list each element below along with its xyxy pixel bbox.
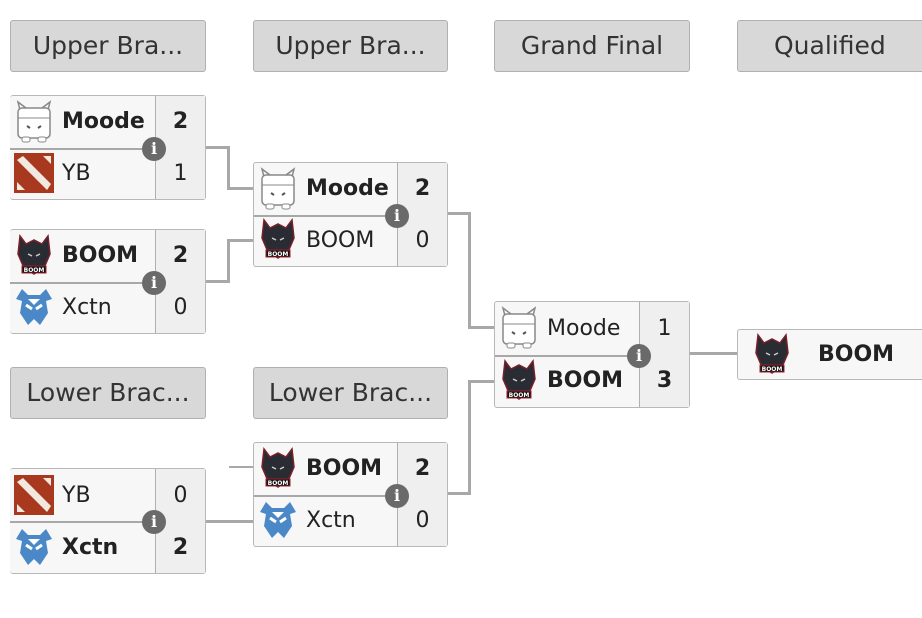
- mask-logo-icon: [12, 285, 56, 329]
- team-row[interactable]: Xctn 0: [254, 494, 447, 546]
- header-upper-round-2: Upper Bra...: [253, 20, 448, 72]
- team-name: BOOM: [818, 342, 895, 367]
- svg-text:BOOM: BOOM: [268, 480, 289, 487]
- svg-text:BOOM: BOOM: [509, 392, 530, 399]
- team-row[interactable]: Xctn 0: [10, 281, 205, 333]
- team-name: YB: [62, 482, 91, 508]
- wolf-logo-icon: BOOM: [497, 358, 541, 403]
- team-row[interactable]: Moode 1: [495, 302, 689, 357]
- mask-logo-icon: [256, 498, 300, 542]
- match-box[interactable]: BOOM BOOM 2 Xctn 0i: [253, 442, 448, 547]
- connector: [468, 380, 494, 383]
- dota-logo-icon: [12, 151, 56, 195]
- team-name: Xctn: [62, 534, 119, 560]
- connector: [689, 352, 737, 355]
- connector: [468, 380, 471, 495]
- connector: [227, 239, 230, 283]
- connector: [468, 212, 471, 328]
- wolf-logo-icon: BOOM: [256, 218, 300, 262]
- wolf-logo-icon: BOOM: [750, 332, 794, 377]
- team-name: Xctn: [306, 507, 356, 533]
- team-name: Moode: [306, 176, 389, 202]
- header-upper-round-1: Upper Bra...: [10, 20, 206, 72]
- match-box[interactable]: BOOM BOOM 2 Xctn 0i: [10, 229, 206, 334]
- hippo-logo-icon: [12, 99, 56, 144]
- team-row[interactable]: YB 1: [10, 147, 205, 199]
- connector: [227, 187, 253, 190]
- team-name: BOOM: [306, 227, 375, 253]
- connector: [206, 520, 253, 523]
- info-icon[interactable]: i: [142, 136, 166, 161]
- info-icon[interactable]: i: [142, 510, 166, 534]
- connector: [229, 466, 253, 468]
- wolf-logo-icon: BOOM: [256, 446, 300, 491]
- svg-text:BOOM: BOOM: [268, 251, 289, 258]
- match-box[interactable]: Moode 1 BOOM BOOM 3i: [494, 301, 690, 408]
- connector: [227, 146, 230, 190]
- team-name: BOOM: [306, 456, 383, 482]
- team-row[interactable]: Xctn 2: [10, 521, 205, 573]
- svg-text:BOOM: BOOM: [762, 366, 783, 373]
- info-icon[interactable]: i: [142, 270, 166, 295]
- connector: [227, 239, 253, 242]
- qualified-team[interactable]: BOOM BOOM: [737, 329, 922, 380]
- team-row[interactable]: Moode 2: [10, 96, 205, 150]
- team-name: BOOM: [547, 368, 624, 394]
- match-box[interactable]: Moode 2 BOOM BOOM 0i: [253, 162, 448, 267]
- header-lower-round-1: Lower Brac...: [10, 367, 206, 419]
- match-box[interactable]: Moode 2 YB 1i: [10, 95, 206, 200]
- header-grand-final: Grand Final: [494, 20, 690, 72]
- info-icon[interactable]: i: [385, 483, 409, 508]
- team-row[interactable]: BOOM BOOM 2: [10, 230, 205, 284]
- team-row[interactable]: Moode 2: [254, 163, 447, 217]
- connector: [468, 326, 494, 329]
- team-name: Moode: [547, 315, 621, 341]
- team-name: YB: [62, 160, 91, 186]
- hippo-logo-icon: [497, 306, 541, 350]
- team-name: BOOM: [62, 243, 139, 269]
- team-row[interactable]: BOOM BOOM 0: [254, 214, 447, 266]
- team-row[interactable]: BOOM BOOM 2: [254, 443, 447, 497]
- mask-logo-icon: [12, 525, 56, 569]
- team-row[interactable]: BOOM BOOM 3: [495, 354, 689, 407]
- team-name: Moode: [62, 109, 145, 135]
- info-icon[interactable]: i: [385, 203, 409, 228]
- dota-logo-icon: [12, 473, 56, 517]
- team-name: Xctn: [62, 294, 112, 320]
- svg-text:BOOM: BOOM: [24, 267, 45, 274]
- hippo-logo-icon: [256, 166, 300, 211]
- info-icon[interactable]: i: [627, 343, 651, 368]
- match-box[interactable]: YB 0 Xctn 2i: [10, 468, 206, 574]
- header-qualified: Qualified: [737, 20, 922, 72]
- team-row[interactable]: YB 0: [10, 469, 205, 523]
- wolf-logo-icon: BOOM: [12, 233, 56, 278]
- header-lower-round-2: Lower Brac...: [253, 367, 448, 419]
